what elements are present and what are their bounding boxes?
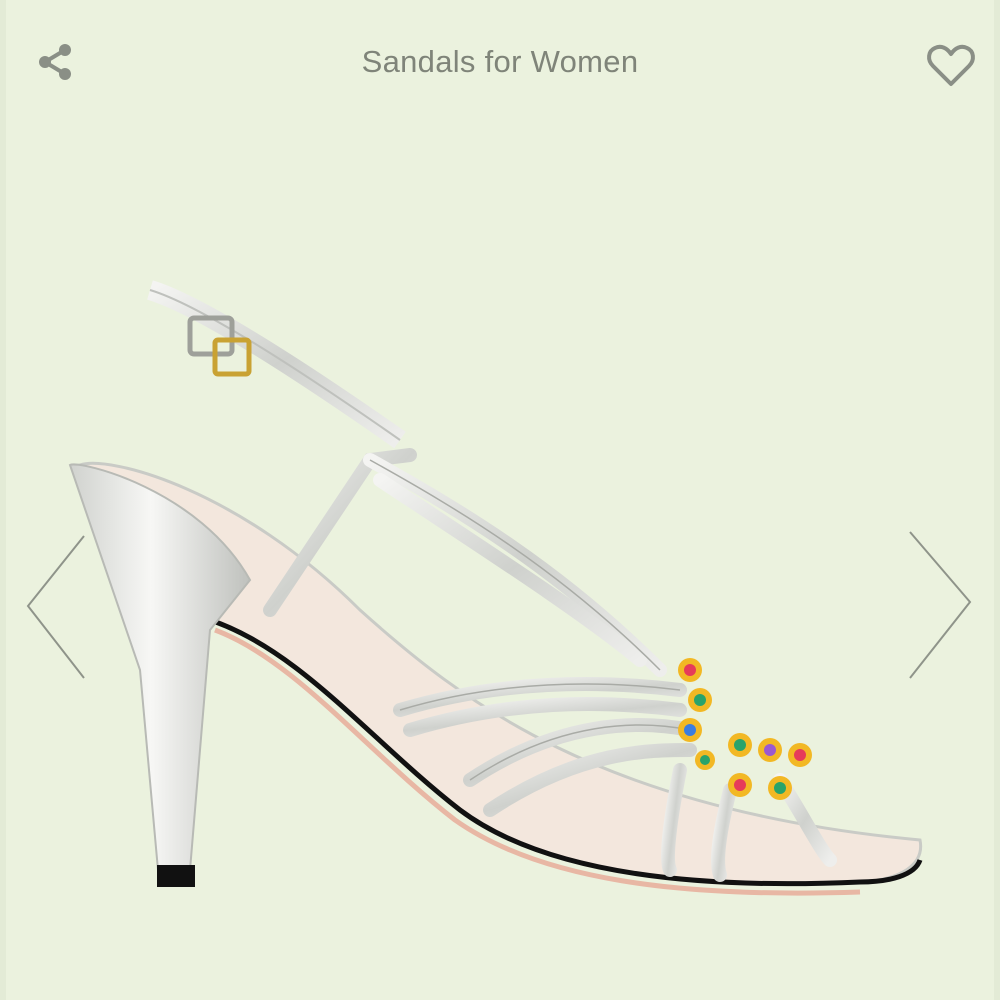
left-edge xyxy=(0,0,6,1000)
favorite-button[interactable] xyxy=(925,42,977,90)
page-title: Sandals for Women xyxy=(361,44,639,79)
heart-outline-icon xyxy=(927,44,975,86)
right-edge xyxy=(994,0,1000,1000)
product-image[interactable] xyxy=(40,250,960,930)
sandal-illustration xyxy=(68,280,923,896)
top-bar: Sandals for Women xyxy=(0,0,1000,130)
